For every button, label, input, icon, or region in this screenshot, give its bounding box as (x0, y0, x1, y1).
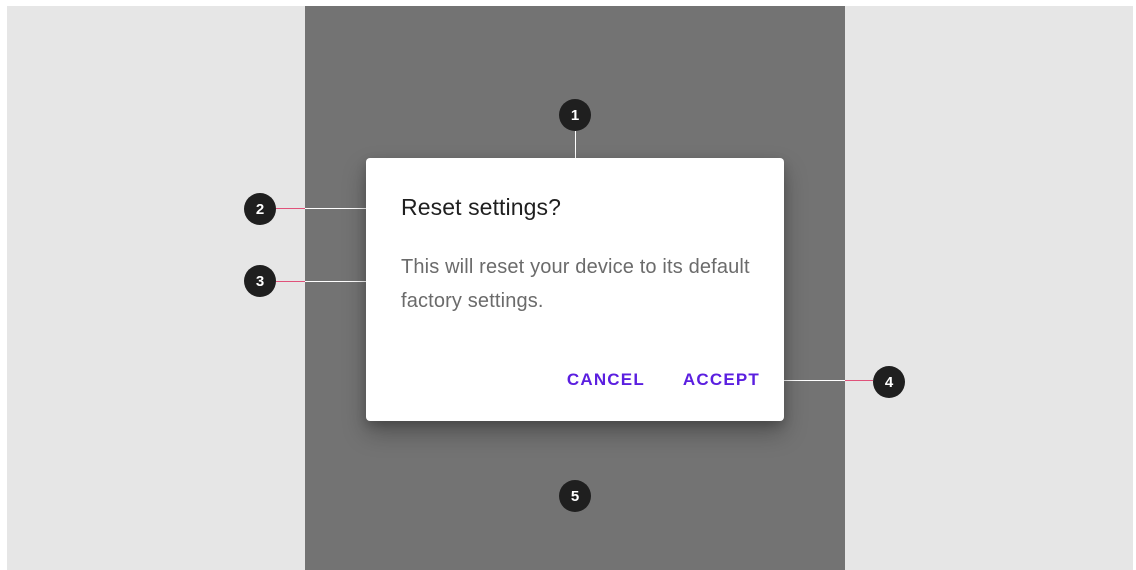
dialog-body-text: This will reset your device to its defau… (401, 256, 750, 312)
dialog-title: Reset settings? (401, 194, 562, 220)
reset-settings-dialog: Reset settings? This will reset your dev… (366, 158, 784, 421)
callout-4-line (845, 380, 873, 381)
callout-badge-4: 4 (873, 366, 905, 398)
dialog-actions: CANCEL ACCEPT (567, 370, 760, 390)
callout-badge-3: 3 (244, 265, 276, 297)
callout-badge-1: 1 (559, 99, 591, 131)
cancel-button[interactable]: CANCEL (567, 370, 645, 390)
callout-2-line (276, 208, 305, 209)
accept-button[interactable]: ACCEPT (683, 370, 760, 390)
callout-badge-2: 2 (244, 193, 276, 225)
callout-badge-5: 5 (559, 480, 591, 512)
callout-4-line-inner (784, 380, 845, 381)
callout-3-line (276, 281, 305, 282)
callout-1-line (575, 131, 576, 158)
